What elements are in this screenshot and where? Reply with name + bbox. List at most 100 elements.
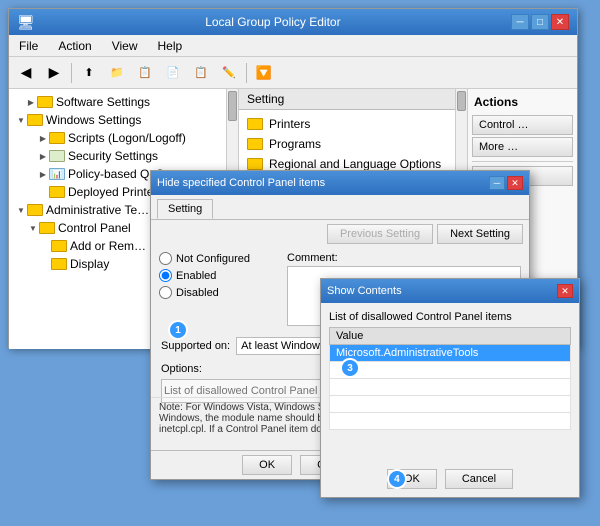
table-row-1[interactable]: Microsoft.AdministrativeTools — [330, 345, 571, 362]
dialog1-title: Hide specified Control Panel items — [157, 177, 325, 189]
toolbar-sep-2 — [246, 63, 247, 83]
actions-separator — [472, 161, 573, 162]
dialog1-ok-btn[interactable]: OK — [242, 455, 292, 475]
folder-icon-software — [37, 96, 53, 108]
radio-input-not-configured[interactable] — [159, 252, 172, 265]
tree-label-add: Add or Rem… — [70, 239, 146, 253]
tree-label-software: Software Settings — [56, 95, 150, 109]
radio-enabled[interactable]: Enabled — [159, 269, 279, 282]
radio-not-configured[interactable]: Not Configured — [159, 252, 279, 265]
actions-more-btn[interactable]: More … — [472, 137, 573, 157]
radio-label-not-configured: Not Configured — [176, 253, 250, 265]
tree-arrow-scripts: ▶ — [37, 132, 49, 144]
toolbar-paste[interactable]: 📋 — [188, 61, 214, 85]
menu-bar: File Action View Help — [9, 35, 577, 57]
toolbar-sep-1 — [71, 63, 72, 83]
toolbar-delete[interactable]: ✏️ — [216, 61, 242, 85]
right-scroll-thumb[interactable] — [457, 91, 466, 111]
tree-label-scripts: Scripts (Logon/Logoff) — [68, 131, 186, 145]
folder-icon-display — [51, 258, 67, 270]
dialog1-controls: ─ ✕ — [489, 176, 523, 190]
menu-view[interactable]: View — [106, 37, 144, 55]
folder-icon-security — [49, 150, 65, 162]
toolbar-back[interactable]: ◀ — [13, 61, 39, 85]
table-row-4[interactable] — [330, 396, 571, 413]
tree-label-security: Security Settings — [68, 149, 158, 163]
tree-arrow-admin: ▼ — [15, 204, 27, 216]
toolbar-forward[interactable]: ▶ — [41, 61, 67, 85]
tree-scroll-thumb[interactable] — [228, 91, 237, 121]
main-window-title: Local Group Policy Editor — [35, 15, 511, 29]
next-setting-btn[interactable]: Next Setting — [437, 224, 523, 244]
tree-label-admin: Administrative Te… — [46, 203, 149, 217]
dialog1-tab-setting[interactable]: Setting — [157, 199, 213, 219]
toolbar-up[interactable]: ⬆ — [76, 61, 102, 85]
folder-icon-setting-regional — [247, 158, 263, 170]
settings-column-header: Setting — [239, 89, 467, 110]
actions-control-btn[interactable]: Control … — [472, 115, 573, 135]
folder-icon-admin — [27, 204, 43, 216]
toolbar-copy[interactable]: 📄 — [160, 61, 186, 85]
radio-input-enabled[interactable] — [159, 269, 172, 282]
badge-1: 1 — [168, 320, 188, 340]
setting-printers[interactable]: Printers — [239, 114, 467, 134]
menu-file[interactable]: File — [13, 37, 44, 55]
icon-qos: 📊 — [49, 168, 65, 180]
prev-setting-btn[interactable]: Previous Setting — [327, 224, 433, 244]
tree-label-control: Control Panel — [58, 221, 131, 235]
value-table: Value Microsoft.AdministrativeTools — [329, 327, 571, 430]
table-row-5[interactable] — [330, 413, 571, 430]
dialog1-tabs: Setting — [151, 195, 529, 220]
radio-input-disabled[interactable] — [159, 286, 172, 299]
tree-arrow-qos: ▶ — [37, 168, 49, 180]
main-title-bar: 🖥 Local Group Policy Editor ─ □ ✕ — [9, 9, 577, 35]
comment-label: Comment: — [287, 252, 521, 264]
tree-item-security[interactable]: ▶ Security Settings — [9, 147, 238, 165]
menu-action[interactable]: Action — [52, 37, 97, 55]
setting-label-printers: Printers — [269, 117, 310, 131]
tree-item-windows-settings[interactable]: ▼ Windows Settings — [9, 111, 238, 129]
supported-label: Supported on: — [161, 340, 230, 352]
table-row-3[interactable] — [330, 379, 571, 396]
badge-3: 3 — [340, 358, 360, 378]
tree-arrow-printers — [37, 186, 49, 198]
menu-help[interactable]: Help — [152, 37, 189, 55]
dialog-show-contents: Show Contents ✕ List of disallowed Contr… — [320, 278, 580, 498]
tree-arrow-control: ▼ — [27, 222, 39, 234]
minimize-button[interactable]: ─ — [511, 14, 529, 30]
radio-label-disabled: Disabled — [176, 287, 219, 299]
maximize-button[interactable]: □ — [531, 14, 549, 30]
tree-label-windows: Windows Settings — [46, 113, 141, 127]
folder-icon-scripts — [49, 132, 65, 144]
tree-arrow-security: ▶ — [37, 150, 49, 162]
close-button[interactable]: ✕ — [551, 14, 569, 30]
dialog1-close[interactable]: ✕ — [507, 176, 523, 190]
setting-label-regional: Regional and Language Options — [269, 157, 441, 171]
folder-icon-add — [51, 240, 67, 252]
radio-disabled[interactable]: Disabled — [159, 286, 279, 299]
toolbar-filter[interactable]: 🔽 — [251, 61, 277, 85]
setting-header-label: Setting — [247, 92, 284, 106]
dialog1-title-bar: Hide specified Control Panel items ─ ✕ — [151, 171, 529, 195]
setting-programs[interactable]: Programs — [239, 134, 467, 154]
table-cell-empty2 — [330, 379, 571, 396]
toolbar: ◀ ▶ ⬆ 📁 📋 📄 📋 ✏️ 🔽 — [9, 57, 577, 89]
toolbar-back2[interactable]: 📋 — [132, 61, 158, 85]
dialog1-minimize[interactable]: ─ — [489, 176, 505, 190]
title-bar-controls: ─ □ ✕ — [511, 14, 569, 30]
value-column-header: Value — [330, 328, 571, 345]
folder-icon-windows — [27, 114, 43, 126]
table-row-2[interactable] — [330, 362, 571, 379]
folder-icon-printers — [49, 186, 65, 198]
tree-item-scripts[interactable]: ▶ Scripts (Logon/Logoff) — [9, 129, 238, 147]
folder-icon-setting-printers — [247, 118, 263, 130]
radio-group: Not Configured Enabled Disabled — [159, 252, 279, 329]
tree-item-software-settings[interactable]: ▶ Software Settings — [9, 93, 238, 111]
dialog2-close[interactable]: ✕ — [557, 284, 573, 298]
toolbar-show-hide[interactable]: 📁 — [104, 61, 130, 85]
setting-label-programs: Programs — [269, 137, 321, 151]
table-cell-empty — [330, 362, 571, 379]
dialog2-cancel-btn[interactable]: Cancel — [445, 469, 513, 489]
tree-arrow-add — [39, 240, 51, 252]
show-contents-body: List of disallowed Control Panel items V… — [321, 303, 579, 442]
